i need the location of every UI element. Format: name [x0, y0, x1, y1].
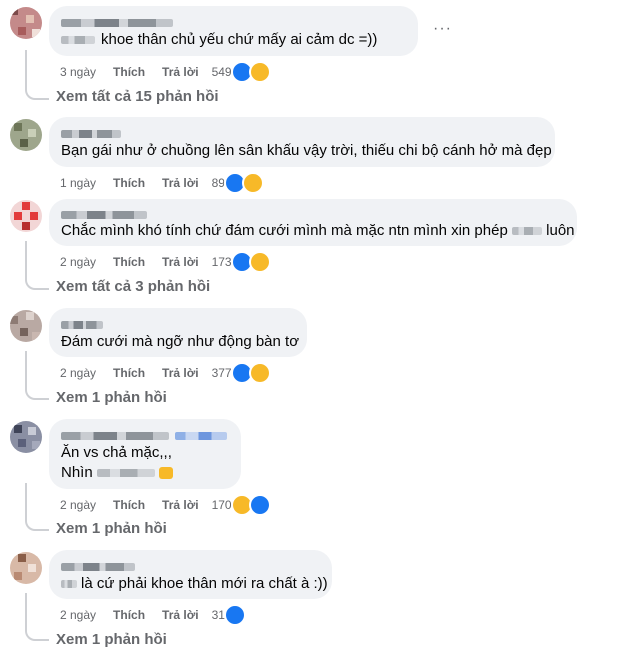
avatar[interactable] [10, 119, 42, 151]
comment-actions: 1 ngày Thích Trả lời 89 [60, 172, 264, 194]
avatar[interactable] [10, 7, 42, 39]
reply-button[interactable]: Trả lời [162, 365, 199, 381]
comment-time[interactable]: 2 ngày [60, 607, 96, 623]
reactions-summary[interactable]: 377 [212, 362, 271, 384]
view-replies-link[interactable]: Xem 1 phản hồi [56, 519, 167, 539]
like-button[interactable]: Thích [113, 365, 145, 381]
author-name[interactable] [61, 125, 543, 141]
comment-actions: 2 ngày Thích Trả lời 170 [60, 494, 271, 516]
comment-text: Đám cưới mà ngỡ như động bàn tơ [61, 333, 300, 350]
comment-bubble: Ăn vs chả mặc,,, Nhìn [49, 419, 241, 489]
avatar[interactable] [10, 310, 42, 342]
reply-thread-line [25, 483, 49, 531]
view-replies-link[interactable]: Xem 1 phản hồi [56, 630, 167, 650]
reply-button[interactable]: Trả lời [162, 497, 199, 513]
avatar[interactable] [10, 421, 42, 453]
author-name[interactable] [61, 427, 229, 443]
more-options-icon[interactable]: ··· [433, 20, 452, 38]
like-button[interactable]: Thích [113, 497, 145, 513]
view-replies-link[interactable]: Xem tất cả 3 phản hồi [56, 277, 210, 297]
reactions-summary[interactable]: 89 [212, 172, 264, 194]
comment-actions: 3 ngày Thích Trả lời 549 [60, 61, 271, 83]
reply-button[interactable]: Trả lời [162, 254, 199, 270]
reply-button[interactable]: Trả lời [162, 607, 199, 623]
like-button[interactable]: Thích [113, 607, 145, 623]
reaction-count: 549 [211, 65, 232, 79]
like-button[interactable]: Thích [113, 175, 145, 191]
like-reaction-icon [248, 494, 271, 516]
comment-text-line: Ăn vs chả mặc,,, [61, 444, 172, 461]
haha-reaction-icon [248, 251, 271, 273]
reaction-count: 173 [211, 255, 232, 269]
reactions-summary[interactable]: 31 [212, 604, 246, 626]
emoji-icon [159, 467, 174, 480]
avatar[interactable] [10, 552, 42, 584]
reply-thread-line [25, 50, 49, 100]
author-name[interactable] [61, 558, 320, 574]
comment-time[interactable]: 3 ngày [60, 64, 96, 80]
like-button[interactable]: Thích [113, 254, 145, 270]
comment-bubble: Đám cưới mà ngỡ như động bàn tơ [49, 308, 307, 357]
reactions-summary[interactable]: 173 [212, 251, 271, 273]
comment-bubble: khoe thân chủ yếu chứ mấy ai cảm dc =)) [49, 6, 418, 56]
comment-bubble: Bạn gái như ở chuồng lên sân khấu vậy tr… [49, 117, 555, 167]
comment-time[interactable]: 2 ngày [60, 365, 96, 381]
comment-text: Chắc mình khó tính chứ đám cưới mình mà … [61, 222, 575, 239]
comment-actions: 2 ngày Thích Trả lời 377 [60, 362, 271, 384]
like-button[interactable]: Thích [113, 64, 145, 80]
view-replies-link[interactable]: Xem tất cả 15 phản hồi [56, 87, 219, 107]
reply-button[interactable]: Trả lời [162, 64, 199, 80]
reply-thread-line [25, 593, 49, 641]
comment-time[interactable]: 2 ngày [60, 254, 96, 270]
comment-text: Bạn gái như ở chuồng lên sân khấu vậy tr… [61, 142, 552, 159]
comment-bubble: Chắc mình khó tính chứ đám cưới mình mà … [49, 199, 577, 246]
comment-text: khoe thân chủ yếu chứ mấy ai cảm dc =)) [61, 30, 406, 50]
comment-actions: 2 ngày Thích Trả lời 173 [60, 251, 271, 273]
haha-reaction-icon [248, 61, 271, 83]
haha-reaction-icon [248, 362, 271, 384]
like-reaction-icon [223, 604, 246, 626]
avatar[interactable] [10, 200, 42, 232]
reaction-count: 31 [211, 608, 225, 622]
reaction-count: 170 [211, 498, 232, 512]
author-name[interactable] [61, 14, 406, 30]
haha-reaction-icon [241, 172, 264, 194]
reply-button[interactable]: Trả lời [162, 175, 199, 191]
comment-text: là cứ phải khoe thân mới ra chất à :)) [61, 574, 328, 594]
reply-thread-line [25, 241, 49, 290]
comment-actions: 2 ngày Thích Trả lời 31 [60, 604, 246, 626]
reaction-count: 377 [211, 366, 232, 380]
comment-time[interactable]: 2 ngày [60, 497, 96, 513]
author-name[interactable] [61, 316, 295, 332]
reactions-summary[interactable]: 170 [212, 494, 271, 516]
view-replies-link[interactable]: Xem 1 phản hồi [56, 388, 167, 408]
author-name[interactable] [61, 207, 565, 221]
comment-text-line: Nhìn [61, 463, 229, 483]
reply-thread-line [25, 351, 49, 400]
reaction-count: 89 [211, 176, 225, 190]
comment-bubble: là cứ phải khoe thân mới ra chất à :)) [49, 550, 332, 599]
reactions-summary[interactable]: 549 [212, 61, 271, 83]
comment-time[interactable]: 1 ngày [60, 175, 96, 191]
